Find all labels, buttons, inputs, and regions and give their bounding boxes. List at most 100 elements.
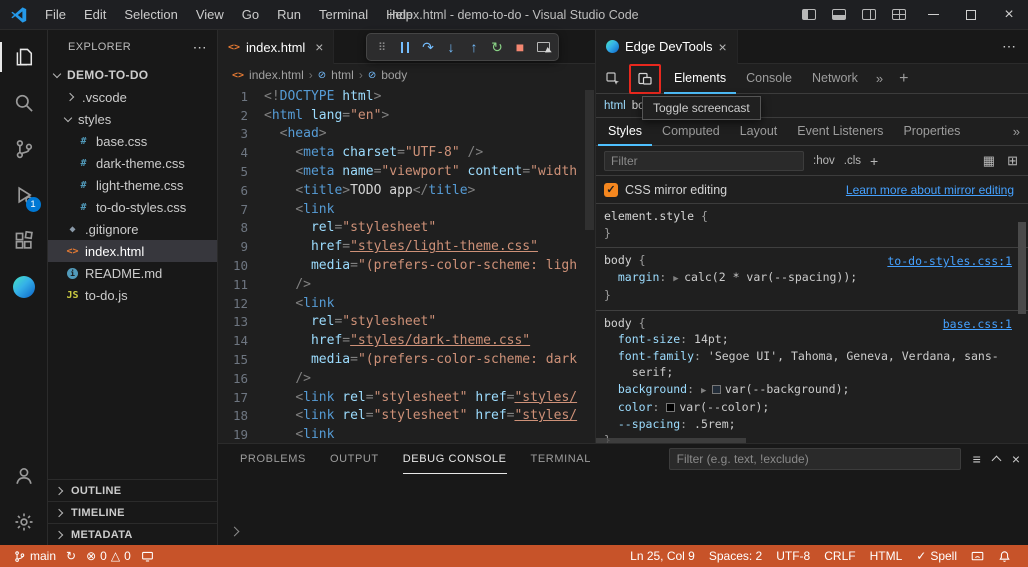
menu-go[interactable]: Go (233, 0, 268, 29)
pause-button[interactable] (395, 37, 415, 57)
grid-overlay-icon[interactable]: ▦ (983, 153, 995, 169)
code-line[interactable]: 8 rel="stylesheet" (218, 219, 595, 238)
sidebar-section-metadata[interactable]: METADATA (48, 523, 217, 545)
more-subtabs-icon[interactable]: » (1005, 124, 1028, 139)
toggle-panel-icon[interactable] (824, 0, 854, 29)
css-rule-line[interactable]: font-size: 14pt; (604, 331, 1020, 348)
activity-edge-devtools[interactable] (0, 264, 48, 310)
step-over-button[interactable]: ↷ (418, 37, 438, 57)
cursor-position[interactable]: Ln 25, Col 9 (623, 549, 702, 563)
menu-selection[interactable]: Selection (115, 0, 186, 29)
class-toggle-button[interactable]: .cls (844, 155, 861, 167)
tree-item-styles[interactable]: styles (48, 108, 217, 130)
tree-item-index-html[interactable]: <>index.html (48, 240, 217, 262)
customize-layout-icon[interactable] (884, 0, 914, 29)
subtab-styles[interactable]: Styles (598, 118, 652, 146)
activity-source-control[interactable] (0, 126, 48, 172)
code-line[interactable]: 16 /> (218, 369, 595, 388)
code-line[interactable]: 13 rel="stylesheet" (218, 313, 595, 332)
code-line[interactable]: 2<html lang="en"> (218, 106, 595, 125)
activity-extensions[interactable] (0, 218, 48, 264)
drag-handle-icon[interactable]: ⠿ (372, 37, 392, 57)
css-rule-line[interactable]: background: ▶ var(--background); (604, 381, 1020, 400)
sidebar-section-outline[interactable]: OUTLINE (48, 479, 217, 501)
styles-filter-input[interactable] (604, 151, 804, 171)
css-rule-line[interactable]: serif; (604, 364, 1020, 381)
code-line[interactable]: 10 media="(prefers-color-scheme: ligh (218, 256, 595, 275)
close-tab-icon[interactable]: × (718, 39, 726, 55)
color-swatch[interactable] (712, 385, 721, 394)
screencast-status[interactable] (964, 550, 991, 563)
css-rule-line[interactable]: } (604, 225, 1020, 242)
tree-item-light-theme-css[interactable]: #light-theme.css (48, 174, 217, 196)
code-line[interactable]: 6 <title>TODO app</title> (218, 181, 595, 200)
tree-item-base-css[interactable]: #base.css (48, 130, 217, 152)
activity-explorer[interactable] (0, 34, 48, 80)
tree-item-dark-theme-css[interactable]: #dark-theme.css (48, 152, 217, 174)
activity-search[interactable] (0, 80, 48, 126)
stylesheet-link[interactable]: to-do-styles.css:1 (887, 253, 1012, 270)
filter-icon[interactable]: ≡ (973, 451, 981, 467)
subtab-layout[interactable]: Layout (730, 118, 788, 146)
toggle-secondary-sidebar-icon[interactable] (854, 0, 884, 29)
maximize-button[interactable] (952, 0, 990, 29)
problems-indicator[interactable]: ⊗0 △0 (81, 549, 136, 563)
devtools-tab-network[interactable]: Network (802, 64, 868, 94)
subtab-event-listeners[interactable]: Event Listeners (787, 118, 893, 146)
subtab-computed[interactable]: Computed (652, 118, 730, 146)
breadcrumb-body[interactable]: body (381, 68, 407, 82)
inspect-button[interactable] (533, 37, 553, 57)
menu-edit[interactable]: Edit (75, 0, 115, 29)
step-out-button[interactable]: ↑ (464, 37, 484, 57)
toggle-screencast-icon[interactable] (632, 67, 658, 91)
spell-checker[interactable]: ✓ Spell (909, 549, 964, 563)
language-mode[interactable]: HTML (863, 549, 910, 563)
menu-terminal[interactable]: Terminal (310, 0, 377, 29)
css-rule-line[interactable]: element.style { (604, 208, 1020, 225)
launch-indicator[interactable] (136, 550, 159, 563)
code-line[interactable]: 15 media="(prefers-color-scheme: dark (218, 350, 595, 369)
close-tab-icon[interactable]: × (315, 39, 323, 55)
color-swatch[interactable] (666, 403, 675, 412)
css-mirror-checkbox[interactable]: ✓ (604, 183, 618, 197)
devtools-actions-icon[interactable]: ⋯ (1002, 38, 1028, 55)
breadcrumb-html[interactable]: html (331, 68, 354, 82)
toggle-primary-sidebar-icon[interactable] (794, 0, 824, 29)
stylesheet-link[interactable]: base.css:1 (943, 316, 1012, 333)
css-rule-line[interactable]: margin: ▶ calc(2 * var(--spacing)); (604, 269, 1020, 288)
pseudo-state-button[interactable]: :hov (813, 155, 835, 167)
indentation[interactable]: Spaces: 2 (702, 549, 769, 563)
css-rule-line[interactable]: font-family: 'Segoe UI', Tahoma, Geneva,… (604, 348, 1020, 365)
code-line[interactable]: 17 <link rel="stylesheet" href="styles/ (218, 388, 595, 407)
more-tabs-icon[interactable]: » (868, 71, 891, 86)
explorer-actions-icon[interactable]: ⋯ (193, 39, 207, 56)
code-line[interactable]: 19 <link (218, 425, 595, 443)
inspect-element-icon[interactable] (600, 67, 626, 91)
devtools-tab-elements[interactable]: Elements (664, 64, 736, 94)
css-rule-line[interactable]: } (604, 287, 1020, 304)
crumb-html[interactable]: html (604, 100, 626, 112)
tab-index-html[interactable]: <> index.html × (218, 30, 334, 64)
code-line[interactable]: 7 <link (218, 200, 595, 219)
new-rule-button[interactable]: + (870, 153, 878, 169)
code-line[interactable]: 1<!DOCTYPE html> (218, 87, 595, 106)
code-line[interactable]: 11 /> (218, 275, 595, 294)
subtab-properties[interactable]: Properties (893, 118, 970, 146)
add-tab-icon[interactable]: + (891, 70, 916, 88)
close-button[interactable]: × (990, 0, 1028, 29)
tree-item--gitignore[interactable]: ◆.gitignore (48, 218, 217, 240)
stop-button[interactable]: ■ (510, 37, 530, 57)
code-line[interactable]: 9 href="styles/light-theme.css" (218, 237, 595, 256)
sidebar-section-timeline[interactable]: TIMELINE (48, 501, 217, 523)
editor-scrollbar[interactable] (585, 90, 594, 230)
notifications[interactable] (991, 550, 1018, 563)
activity-account[interactable] (0, 453, 48, 499)
breadcrumb-file[interactable]: index.html (249, 68, 304, 82)
css-rule-line[interactable]: --spacing: .5rem; (604, 416, 1020, 433)
code-line[interactable]: 4 <meta charset="UTF-8" /> (218, 143, 595, 162)
step-into-button[interactable]: ↓ (441, 37, 461, 57)
code-line[interactable]: 18 <link rel="stylesheet" href="styles/ (218, 407, 595, 426)
branch-indicator[interactable]: main (8, 549, 61, 563)
tree-item--vscode[interactable]: .vscode (48, 86, 217, 108)
maximize-panel-icon[interactable] (991, 456, 1001, 466)
